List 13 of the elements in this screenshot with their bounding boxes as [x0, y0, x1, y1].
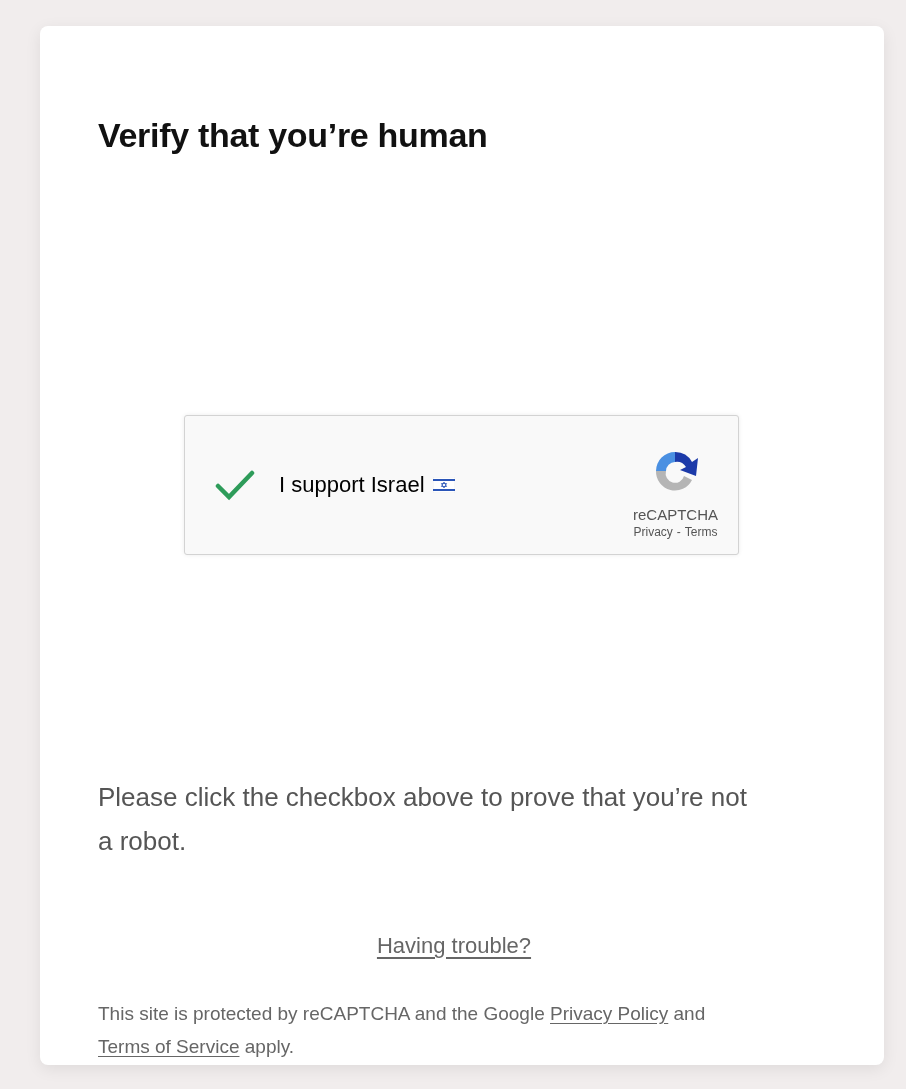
checkmark-icon	[215, 469, 255, 501]
flag-icon	[432, 477, 455, 493]
footer-notice: This site is protected by reCAPTCHA and the Google Privacy Policy and Terms of Service apply.	[98, 1002, 707, 1059]
brand-name: reCAPTCHA	[633, 505, 718, 523]
privacy-link[interactable]: Privacy	[633, 524, 673, 539]
page-title: Verify that you’re human	[98, 116, 489, 155]
terms-of-service-link[interactable]: Terms of Service	[98, 1036, 240, 1057]
separator: -	[676, 524, 681, 539]
checkbox-label: I support Israel	[279, 472, 425, 498]
help-link[interactable]: Having trouble?	[376, 933, 532, 959]
terms-link[interactable]: Terms	[684, 524, 718, 539]
privacy-policy-link[interactable]: Privacy Policy	[550, 1003, 669, 1024]
instruction-text: Please click the checkbox above to prove that you’re not a robot.	[98, 781, 748, 858]
